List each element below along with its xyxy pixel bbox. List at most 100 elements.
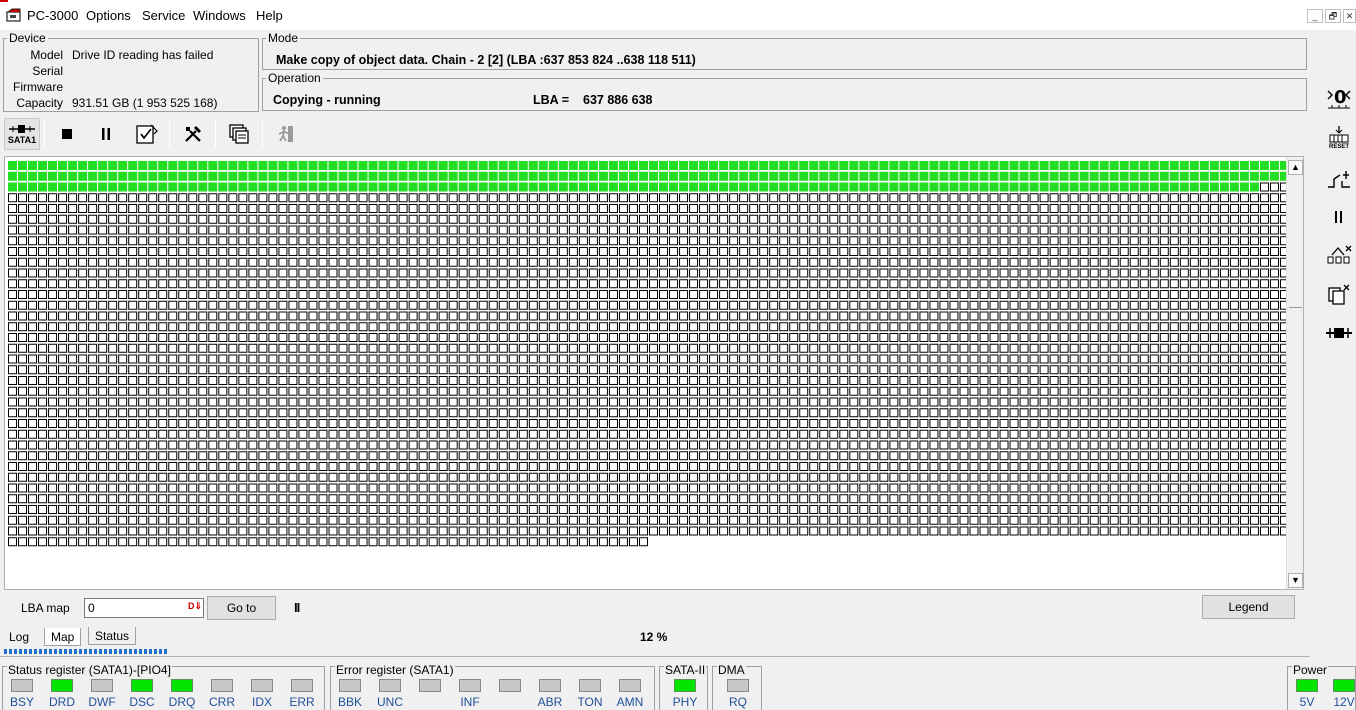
map-block-pending[interactable] <box>1049 440 1059 450</box>
map-block-pending[interactable] <box>769 257 779 267</box>
map-block-pending[interactable] <box>98 419 108 428</box>
map-block-pending[interactable] <box>1039 483 1049 493</box>
map-block-pending[interactable] <box>438 290 448 299</box>
map-block-pending[interactable] <box>809 257 819 267</box>
map-block-pending[interactable] <box>188 354 198 364</box>
map-block-pending[interactable] <box>789 386 799 396</box>
map-block-pending[interactable] <box>488 290 498 299</box>
map-block-pending[interactable] <box>618 440 628 450</box>
map-block-pending[interactable] <box>248 397 258 407</box>
map-block-pending[interactable] <box>1129 257 1139 267</box>
map-block-pending[interactable] <box>8 365 17 375</box>
map-block-pending[interactable] <box>198 515 208 525</box>
map-block-pending[interactable] <box>278 311 288 321</box>
map-block-pending[interactable] <box>879 440 889 450</box>
map-block-pending[interactable] <box>328 472 338 482</box>
map-block-pending[interactable] <box>158 365 168 375</box>
map-block-pending[interactable] <box>839 322 849 332</box>
map-block-pending[interactable] <box>518 462 528 471</box>
map-block-pending[interactable] <box>1179 247 1189 256</box>
map-block-pending[interactable] <box>1239 257 1249 267</box>
map-block-pending[interactable] <box>689 451 699 461</box>
map-block-done[interactable] <box>18 182 28 192</box>
map-block-pending[interactable] <box>709 365 719 375</box>
map-block-done[interactable] <box>1119 171 1129 181</box>
map-block-pending[interactable] <box>1169 204 1179 213</box>
map-block-pending[interactable] <box>538 397 548 407</box>
map-block-pending[interactable] <box>278 483 288 493</box>
map-block-pending[interactable] <box>1189 472 1199 482</box>
map-block-pending[interactable] <box>368 462 378 471</box>
map-block-pending[interactable] <box>148 451 158 461</box>
map-block-pending[interactable] <box>1039 505 1049 514</box>
map-block-pending[interactable] <box>1029 333 1039 342</box>
lba-map-grid[interactable] <box>8 161 1290 551</box>
map-block-pending[interactable] <box>498 462 508 471</box>
map-block-pending[interactable] <box>18 419 28 428</box>
map-block-done[interactable] <box>368 161 378 170</box>
map-block-pending[interactable] <box>839 515 849 525</box>
map-block-pending[interactable] <box>538 515 548 525</box>
map-block-pending[interactable] <box>478 268 488 278</box>
map-block-pending[interactable] <box>198 268 208 278</box>
map-block-pending[interactable] <box>879 526 889 536</box>
map-block-pending[interactable] <box>659 354 669 364</box>
map-block-pending[interactable] <box>138 472 148 482</box>
map-block-pending[interactable] <box>1179 472 1189 482</box>
map-block-pending[interactable] <box>318 397 328 407</box>
map-block-pending[interactable] <box>608 419 618 428</box>
map-block-pending[interactable] <box>438 505 448 514</box>
map-block-pending[interactable] <box>759 505 769 514</box>
map-block-pending[interactable] <box>1069 505 1079 514</box>
map-block-pending[interactable] <box>1149 365 1159 375</box>
map-block-pending[interactable] <box>628 193 638 203</box>
map-block-pending[interactable] <box>268 365 278 375</box>
map-block-pending[interactable] <box>939 214 949 224</box>
map-block-pending[interactable] <box>759 515 769 525</box>
map-block-pending[interactable] <box>448 451 458 461</box>
map-block-pending[interactable] <box>829 193 839 203</box>
map-block-pending[interactable] <box>148 376 158 385</box>
link-disconnect-button[interactable] <box>1322 240 1356 270</box>
map-block-pending[interactable] <box>218 236 228 246</box>
map-block-pending[interactable] <box>48 526 58 536</box>
map-block-pending[interactable] <box>1169 247 1179 256</box>
map-block-pending[interactable] <box>328 483 338 493</box>
map-block-pending[interactable] <box>358 290 368 299</box>
map-block-pending[interactable] <box>288 204 298 213</box>
map-block-done[interactable] <box>568 182 578 192</box>
map-block-done[interactable] <box>1109 182 1119 192</box>
map-block-pending[interactable] <box>268 451 278 461</box>
map-block-pending[interactable] <box>608 397 618 407</box>
map-block-pending[interactable] <box>128 268 138 278</box>
map-block-pending[interactable] <box>578 526 588 536</box>
map-block-pending[interactable] <box>769 397 779 407</box>
map-block-pending[interactable] <box>348 462 358 471</box>
map-block-pending[interactable] <box>649 462 658 471</box>
map-block-pending[interactable] <box>799 204 809 213</box>
map-block-pending[interactable] <box>78 397 88 407</box>
map-block-pending[interactable] <box>268 247 278 256</box>
map-block-pending[interactable] <box>769 472 779 482</box>
app-title[interactable]: PC-3000 <box>27 8 78 23</box>
map-block-pending[interactable] <box>749 376 759 385</box>
map-block-done[interactable] <box>1059 161 1069 170</box>
map-block-pending[interactable] <box>458 376 468 385</box>
sata-port-button[interactable]: SATA1 <box>4 118 40 150</box>
map-block-pending[interactable] <box>839 236 849 246</box>
map-block-pending[interactable] <box>418 537 428 547</box>
map-block-pending[interactable] <box>518 300 528 310</box>
map-block-pending[interactable] <box>518 257 528 267</box>
map-block-pending[interactable] <box>749 483 759 493</box>
map-block-pending[interactable] <box>278 214 288 224</box>
map-block-pending[interactable] <box>999 451 1009 461</box>
map-block-pending[interactable] <box>929 419 939 428</box>
map-block-pending[interactable] <box>168 365 178 375</box>
map-block-pending[interactable] <box>188 515 198 525</box>
map-block-pending[interactable] <box>1039 204 1049 213</box>
map-block-pending[interactable] <box>679 365 689 375</box>
map-block-pending[interactable] <box>408 193 418 203</box>
map-block-pending[interactable] <box>168 204 178 213</box>
map-block-pending[interactable] <box>919 376 929 385</box>
map-block-pending[interactable] <box>148 419 158 428</box>
